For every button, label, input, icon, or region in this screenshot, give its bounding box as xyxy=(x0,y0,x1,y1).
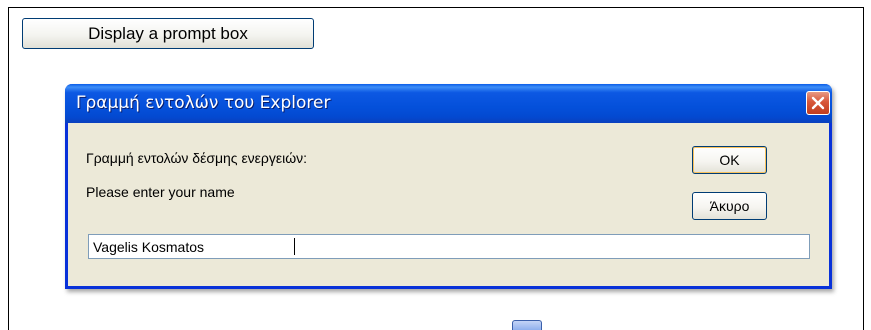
page-frame-top xyxy=(8,7,864,8)
close-icon xyxy=(811,96,825,110)
display-prompt-button[interactable]: Display a prompt box xyxy=(22,18,314,49)
prompt-dialog: Γραμμή εντολών του Explorer Γραμμή εντολ… xyxy=(65,84,832,289)
dialog-caption: Γραμμή εντολών δέσμης ενεργειών: xyxy=(86,150,308,166)
scroll-button[interactable] xyxy=(512,320,542,330)
ok-button[interactable]: OK xyxy=(692,146,767,174)
page-frame-right xyxy=(863,7,864,330)
page-frame-left xyxy=(8,7,9,330)
page: Display a prompt box Γραμμή εντολών του … xyxy=(0,0,871,330)
close-button[interactable] xyxy=(806,91,830,115)
dialog-titlebar[interactable]: Γραμμή εντολών του Explorer xyxy=(65,84,832,123)
name-input[interactable] xyxy=(88,234,810,259)
text-caret xyxy=(294,238,295,255)
dialog-message: Please enter your name xyxy=(86,184,235,200)
dialog-title: Γραμμή εντολών του Explorer xyxy=(76,93,331,113)
cancel-button[interactable]: Άκυρο xyxy=(692,192,767,220)
